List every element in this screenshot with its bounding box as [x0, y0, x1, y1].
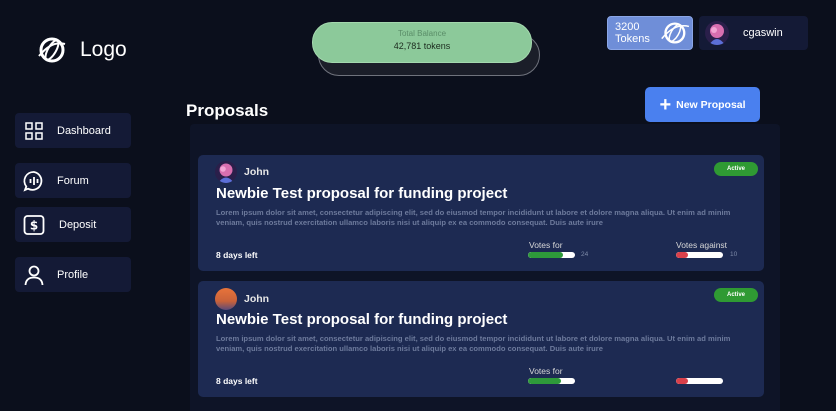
proposal-deadline: 8 days left [216, 250, 258, 260]
proposal-author: John [215, 161, 269, 183]
sidebar-item-label: Profile [57, 268, 89, 281]
votes-against-bar [676, 378, 723, 384]
avatar [705, 21, 729, 45]
proposal-title[interactable]: Newbie Test proposal for funding project [216, 185, 507, 202]
proposal-deadline: 8 days left [216, 376, 258, 386]
logo-text: Logo [80, 38, 127, 61]
votes-against-fill [676, 378, 688, 384]
tokens-badge[interactable]: 3200 Tokens [607, 16, 693, 50]
tokens-text: 3200 Tokens [615, 21, 656, 45]
sidebar-item-deposit[interactable]: $ Deposit [15, 207, 131, 242]
votes-against-bar [676, 252, 723, 258]
tokens-unit: Tokens [615, 33, 650, 45]
page-title: Proposals [186, 101, 269, 120]
sidebar-item-forum[interactable]: Forum [15, 163, 131, 198]
votes-for-bar [528, 252, 575, 258]
sidebar-item-label: Forum [57, 174, 89, 187]
votes-against-label: Votes against [676, 240, 728, 250]
tokens-amount: 3200 [615, 21, 640, 33]
balance-label: Total Balance [397, 29, 447, 38]
dollar-icon: $ [23, 214, 45, 235]
votes-for-label: Votes for [529, 240, 563, 250]
status-badge: Active [714, 288, 758, 302]
proposal-card[interactable]: John Active Newbie Test proposal for fun… [198, 155, 764, 271]
globe-logo-icon [38, 37, 66, 63]
proposal-description: Lorem ipsum dolor sit amet, consectetur … [216, 334, 731, 353]
new-proposal-label: New Proposal [676, 98, 746, 111]
user-icon [24, 265, 44, 285]
sidebar-item-profile[interactable]: Profile [15, 257, 131, 292]
new-proposal-button[interactable]: + New Proposal [645, 87, 760, 122]
votes-for-count: 24 [581, 251, 589, 258]
status-badge: Active [714, 162, 758, 176]
author-avatar [215, 288, 237, 310]
total-balance-card: Total Balance 42,781 tokens [312, 22, 532, 63]
votes-against-count: 10 [730, 251, 738, 258]
votes-for-bar [528, 378, 575, 384]
token-globe-icon [661, 22, 690, 44]
author-name: John [244, 293, 270, 305]
dashboard-grid-icon [25, 121, 43, 140]
forum-chat-icon [23, 170, 43, 192]
logo[interactable]: Logo [36, 36, 127, 64]
user-menu[interactable]: cgaswin [699, 16, 808, 50]
sidebar-item-label: Dashboard [57, 124, 111, 137]
sidebar-item-label: Deposit [59, 218, 97, 231]
sidebar-item-dashboard[interactable]: Dashboard [15, 113, 131, 148]
username: cgaswin [743, 27, 783, 39]
proposal-description: Lorem ipsum dolor sit amet, consectetur … [216, 208, 731, 227]
votes-for-fill [528, 378, 561, 384]
author-avatar [215, 161, 237, 183]
proposal-title[interactable]: Newbie Test proposal for funding project [216, 311, 507, 328]
author-name: John [244, 166, 270, 178]
proposal-author: John [215, 288, 269, 310]
votes-for-label: Votes for [529, 366, 563, 376]
votes-against-fill [676, 252, 688, 258]
svg-text:$: $ [30, 218, 38, 232]
plus-icon: + [659, 93, 672, 116]
balance-value: 42,781 tokens [393, 41, 451, 51]
votes-for-fill [528, 252, 564, 258]
proposal-card[interactable]: John Active Newbie Test proposal for fun… [198, 281, 764, 397]
